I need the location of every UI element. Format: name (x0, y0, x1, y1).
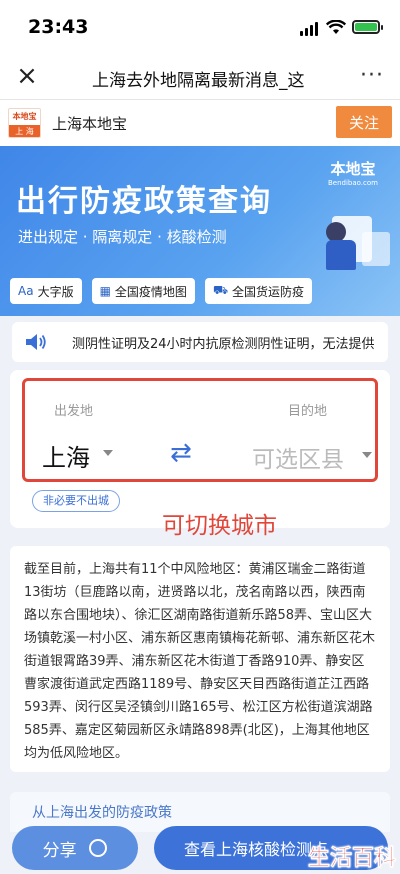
illustration-person-head (326, 222, 346, 242)
brand-logo-cn: 本地宝 (330, 160, 376, 178)
from-label: 出发地 (54, 404, 94, 419)
font-size-icon: Aa (18, 284, 34, 298)
route-query-card: 出发地 目的地 上海 ⇄ 可选区县 非必要不出城 可切换城市 (10, 370, 390, 539)
logo-text-top: 本地宝 (12, 112, 37, 121)
to-label: 目的地 (288, 404, 328, 419)
map-icon: ▦ (99, 284, 111, 298)
follow-button[interactable]: 关注 (336, 106, 392, 138)
account-bar: 本地宝 上 海 上海本地宝 关注 (0, 100, 400, 146)
chip-freight[interactable]: ⛟ 全国货运防疫 (204, 278, 313, 304)
close-icon[interactable]: × (14, 63, 40, 90)
clock: 23:43 (28, 16, 89, 38)
share-button[interactable]: 分享 (12, 826, 138, 870)
status-bar: 23:43 (0, 0, 400, 54)
chip-label: 全国疫情地图 (114, 284, 187, 299)
chevron-down-icon[interactable] (103, 450, 113, 456)
to-district-select[interactable]: 可选区县 (252, 440, 344, 474)
advisory-tag: 非必要不出城 (32, 490, 120, 512)
chip-label: 全国货运防疫 (232, 284, 305, 299)
annotation-text: 可切换城市 (162, 513, 277, 539)
share-label: 分享 (42, 840, 77, 860)
more-icon[interactable]: ··· (360, 63, 384, 88)
chevron-down-icon[interactable] (362, 452, 372, 458)
risk-area-info: 截至目前，上海共有11个中风险地区：黄浦区瑞金二路街道13街坊（巨鹿路以南，进贤… (10, 546, 390, 772)
notice-marquee[interactable]: 测阴性证明及24小时内抗原检测阴性证明，无法提供 (12, 322, 388, 362)
signal-icon (300, 22, 318, 36)
wifi-icon (326, 20, 346, 34)
refresh-icon (89, 839, 108, 857)
speaker-icon (26, 334, 46, 350)
swap-icon[interactable]: ⇄ (170, 438, 192, 468)
policy-title[interactable]: 从上海出发的防疫政策 (32, 802, 172, 822)
nav-bar: × 上海去外地隔离最新消息_这 ··· (0, 54, 400, 100)
brand-logo: 本地宝 Bendibao.com (328, 158, 378, 187)
illustration-person-body (326, 240, 356, 270)
account-logo[interactable]: 本地宝 上 海 (8, 108, 41, 138)
chip-large-font[interactable]: Aa 大字版 (10, 278, 82, 304)
chip-epidemic-map[interactable]: ▦ 全国疫情地图 (91, 278, 195, 304)
notice-text: 测阴性证明及24小时内抗原检测阴性证明，无法提供 (72, 337, 375, 352)
brand-logo-en: Bendibao.com (327, 179, 378, 187)
from-city-select[interactable]: 上海 (42, 438, 90, 473)
page-title: 上海去外地隔离最新消息_这 (92, 71, 305, 91)
battery-icon (352, 20, 383, 34)
logo-text-bottom: 上 海 (9, 125, 40, 137)
watermark: 生活百科 (308, 846, 397, 872)
truck-icon: ⛟ (212, 283, 229, 297)
banner-heading: 出行防疫政策查询 (16, 184, 272, 219)
hero-banner: 本地宝 Bendibao.com 出行防疫政策查询 进出规定 · 隔离规定 · … (0, 146, 400, 316)
chip-label: 大字版 (37, 284, 74, 299)
account-name[interactable]: 上海本地宝 (52, 113, 127, 134)
banner-subheading: 进出规定 · 隔离规定 · 核酸检测 (18, 228, 227, 246)
quick-chips: Aa 大字版 ▦ 全国疫情地图 ⛟ 全国货运防疫 (10, 278, 313, 304)
illustration-card (362, 232, 390, 266)
